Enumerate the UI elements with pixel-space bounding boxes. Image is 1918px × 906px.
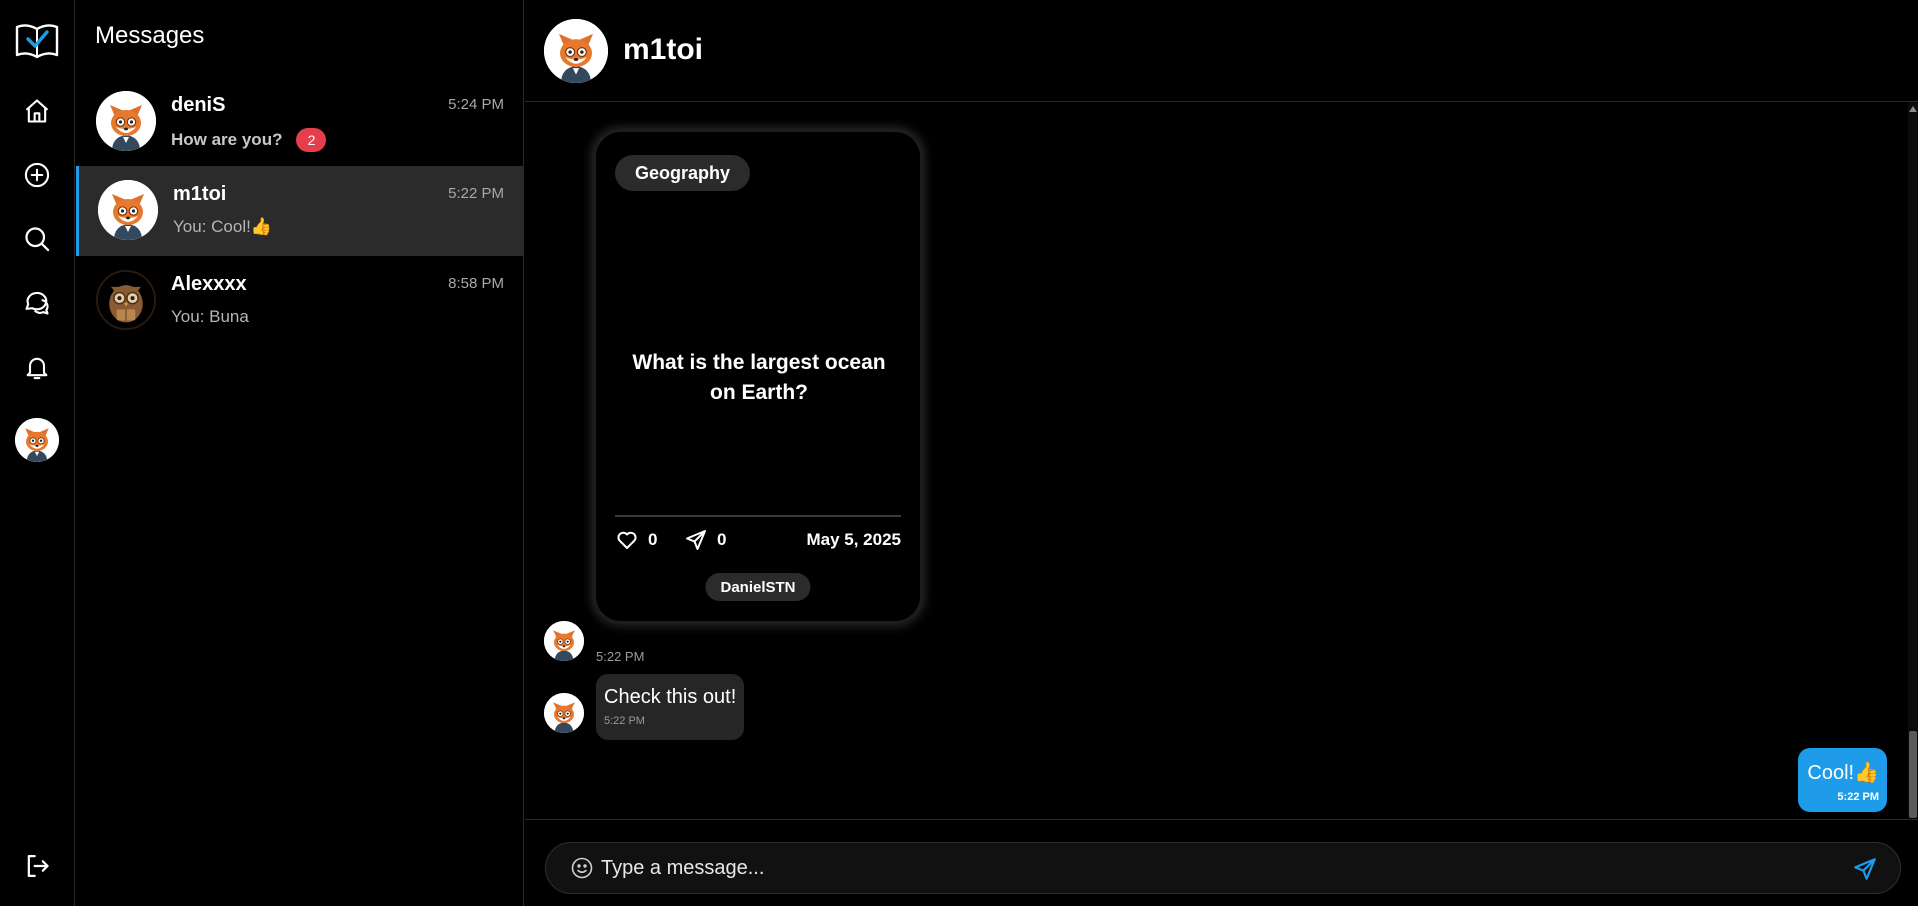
conversation-name: Alexxxx	[171, 273, 247, 295]
nav-rail	[0, 0, 75, 906]
conversation-list: Messages deniS 5:24 PM How are you? 2 m1…	[76, 0, 524, 906]
message-scrollbar[interactable]	[1908, 103, 1918, 818]
message-text: Check this out!	[604, 686, 737, 708]
home-icon[interactable]	[17, 91, 57, 131]
chat-title: m1toi	[623, 33, 704, 66]
unread-badge: 2	[296, 128, 327, 152]
sender-avatar	[544, 621, 584, 661]
chat-partner-avatar[interactable]	[544, 19, 608, 83]
avatar	[98, 180, 158, 240]
fox-avatar-icon	[96, 91, 156, 151]
avatar	[96, 91, 156, 151]
post-question: What is the largest ocean on Earth?	[632, 351, 886, 404]
conversation-preview: You: Cool!👍	[173, 217, 272, 237]
conversation-preview-text: You: Cool!👍	[173, 217, 272, 236]
share-button[interactable]: 0	[684, 528, 726, 552]
fox-avatar-icon	[544, 621, 584, 661]
shared-post-card[interactable]: Geography What is the largest ocean on E…	[595, 131, 921, 622]
chat-header: m1toi	[525, 0, 1918, 102]
conversation-name: deniS	[171, 94, 226, 116]
share-count: 0	[717, 530, 727, 549]
post-date: May 5, 2025	[806, 530, 901, 549]
conversation-time: 8:58 PM	[448, 275, 504, 292]
message-timestamp: 5:22 PM	[596, 649, 645, 664]
fox-avatar-icon	[98, 180, 158, 240]
owl-avatar-icon	[98, 272, 154, 328]
like-button[interactable]: 0	[615, 528, 657, 552]
emoji-icon[interactable]	[570, 856, 594, 880]
scrollbar-thumb[interactable]	[1909, 731, 1917, 818]
fox-avatar-icon	[544, 693, 584, 733]
conversation-item-alexxxx[interactable]: Alexxxx 8:58 PM You: Buna	[76, 256, 524, 346]
like-count: 0	[648, 530, 658, 549]
conversation-time: 5:22 PM	[448, 185, 504, 202]
conversation-time: 5:24 PM	[448, 96, 504, 113]
message-list[interactable]: Geography What is the largest ocean on E…	[525, 103, 1918, 818]
message-text: Cool!👍	[1807, 762, 1879, 784]
conversation-item-m1toi[interactable]: m1toi 5:22 PM You: Cool!👍	[76, 166, 524, 256]
conversation-preview-text: You: Buna	[171, 307, 249, 326]
composer-bar	[525, 819, 1918, 906]
bell-icon[interactable]	[17, 347, 57, 387]
card-divider	[615, 515, 901, 517]
incoming-message-bubble[interactable]: Check this out! 5:22 PM	[596, 674, 745, 740]
messages-heading: Messages	[95, 22, 205, 49]
fox-avatar-icon	[15, 418, 59, 462]
plus-circle-icon[interactable]	[17, 155, 57, 195]
message-timestamp: 5:22 PM	[604, 715, 645, 727]
avatar	[96, 270, 156, 330]
conversation-preview: You: Buna	[171, 307, 249, 327]
outgoing-message-bubble[interactable]: Cool!👍 5:22 PM	[1798, 748, 1887, 812]
message-input[interactable]	[601, 851, 1821, 885]
conversation-name: m1toi	[173, 183, 227, 205]
chat-bubbles-icon[interactable]	[17, 283, 57, 323]
scroll-up-arrow-icon[interactable]	[1909, 106, 1917, 112]
send-icon	[686, 530, 706, 550]
post-author-tag[interactable]: DanielSTN	[705, 573, 811, 601]
search-icon[interactable]	[17, 219, 57, 259]
conversation-preview-text: How are you?	[171, 130, 283, 149]
chat-panel: m1toi Geography What is the largest ocea…	[525, 0, 1918, 906]
message-timestamp: 5:22 PM	[1837, 791, 1879, 803]
sender-avatar	[544, 693, 584, 733]
fox-avatar-icon	[544, 19, 608, 83]
send-message-icon[interactable]	[1852, 856, 1878, 882]
logo-book-check-icon[interactable]	[14, 19, 60, 61]
logout-icon[interactable]	[17, 846, 57, 886]
conversation-item-denis[interactable]: deniS 5:24 PM How are you? 2	[76, 77, 524, 167]
composer	[545, 842, 1901, 894]
post-category-tag[interactable]: Geography	[615, 155, 751, 191]
conversation-preview: How are you? 2	[171, 128, 327, 152]
heart-icon	[617, 531, 637, 549]
profile-avatar[interactable]	[15, 418, 59, 462]
